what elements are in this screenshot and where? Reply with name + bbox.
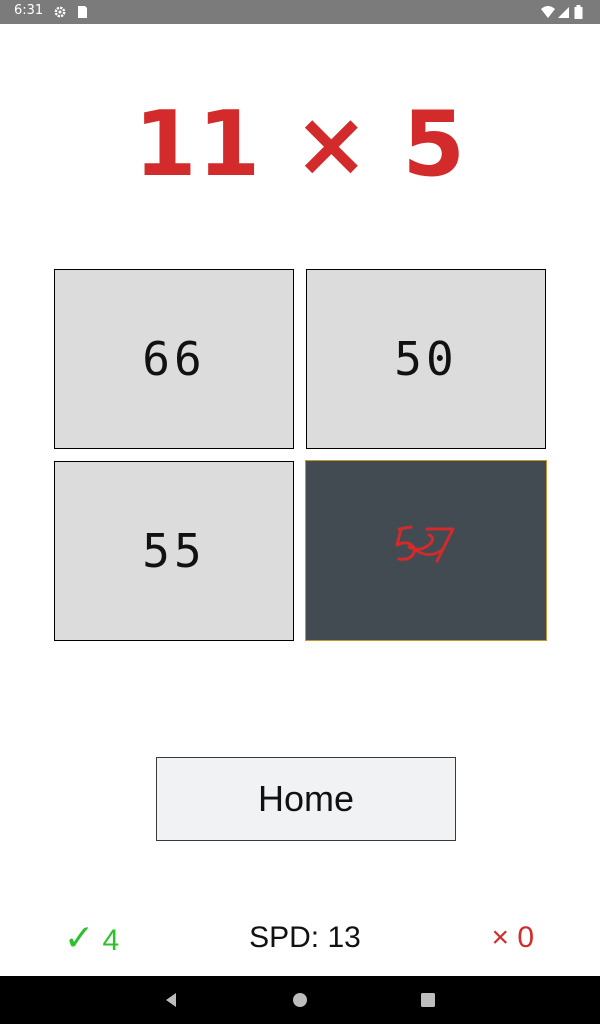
back-icon[interactable] [161, 990, 181, 1010]
battery-icon [574, 5, 583, 19]
cross-icon: × [491, 921, 509, 954]
answer-option-2[interactable]: 50 [306, 269, 546, 449]
wifi-icon [541, 6, 555, 18]
navigation-bar [0, 976, 600, 1024]
status-time: 6:31 [14, 3, 44, 18]
signal-icon [558, 7, 569, 18]
answer-option-1[interactable]: 66 [54, 269, 294, 449]
status-bar: 6:31 [0, 0, 600, 24]
incorrect-counter: × 0 [491, 918, 534, 958]
gear-icon [54, 6, 66, 18]
answer-label: 66 [142, 332, 206, 386]
answer-option-4-wrong[interactable] [305, 460, 547, 641]
sd-card-icon [78, 6, 87, 18]
home-button[interactable]: Home [156, 757, 456, 841]
answer-label: 50 [394, 332, 458, 386]
answer-label: 55 [142, 524, 206, 578]
scribbled-answer-icon [395, 525, 455, 563]
recents-icon[interactable] [418, 990, 438, 1010]
incorrect-count: 0 [517, 921, 534, 954]
wrong-answer-scribble [391, 523, 461, 578]
answer-option-3[interactable]: 55 [54, 461, 294, 641]
home-nav-icon[interactable] [290, 990, 310, 1010]
question-text: 11 × 5 [134, 92, 466, 197]
